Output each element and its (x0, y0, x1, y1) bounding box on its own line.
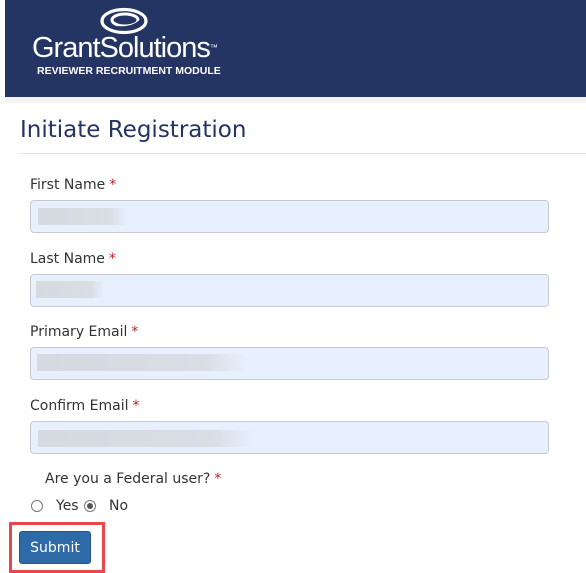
primary-email-label: Primary Email * (30, 324, 139, 340)
first-name-value-redacted (38, 208, 128, 225)
required-marker: * (131, 324, 139, 340)
federal-user-question: Are you a Federal user? * (45, 471, 222, 487)
last-name-field[interactable] (30, 274, 549, 307)
federal-yes-radio[interactable] (31, 500, 43, 512)
submit-button[interactable]: Submit (19, 531, 91, 564)
federal-yes-label[interactable]: Yes (56, 498, 79, 514)
confirm-email-label: Confirm Email * (30, 398, 140, 414)
required-marker: * (109, 177, 117, 193)
confirm-email-value-redacted (38, 430, 256, 447)
primary-email-value-redacted (37, 354, 247, 371)
page-title: Initiate Registration (20, 117, 247, 143)
logo-subtitle: REVIEWER RECRUITMENT MODULE (37, 65, 221, 77)
required-marker: * (108, 251, 116, 267)
header-gutter (5, 97, 586, 103)
federal-no-label[interactable]: No (109, 498, 128, 514)
first-name-label: First Name * (30, 177, 117, 193)
required-marker: * (132, 398, 140, 414)
title-divider (20, 153, 586, 154)
required-marker: * (214, 471, 222, 487)
swirl-logo-icon (100, 7, 148, 35)
logo-wordmark: GrantSolutions™ (32, 32, 218, 64)
app-header: GrantSolutions™ REVIEWER RECRUITMENT MOD… (5, 0, 586, 97)
last-name-value-redacted (36, 281, 104, 298)
federal-no-radio[interactable] (84, 500, 96, 512)
last-name-label: Last Name * (30, 251, 116, 267)
